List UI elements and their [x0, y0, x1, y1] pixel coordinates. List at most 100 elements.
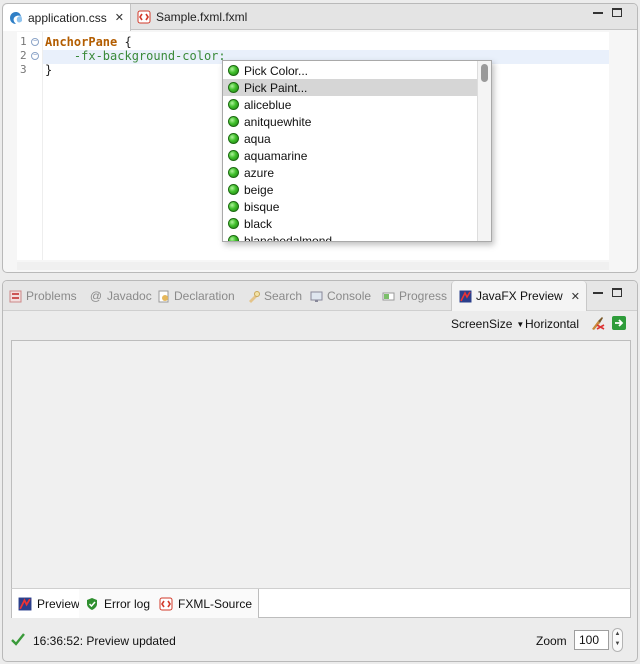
dropdown-label: ScreenSize	[451, 317, 513, 331]
close-tab-icon[interactable]: ✕	[115, 11, 124, 24]
line-number: 2	[20, 49, 27, 62]
fold-toggle-icon[interactable]: −	[31, 38, 39, 46]
completion-label: Pick Color...	[244, 63, 309, 78]
zoom-stepper[interactable]: ▲ ▼	[612, 628, 623, 652]
completion-label: black	[244, 216, 273, 231]
completion-label: Pick Paint...	[244, 80, 308, 95]
view-tab-bar: Problems @ Javadoc Declaration Search Co…	[3, 281, 637, 311]
tab-application-css[interactable]: application.css ✕	[3, 4, 131, 31]
completion-label: beige	[244, 182, 274, 197]
open-brace: {	[117, 35, 132, 49]
tab-label: Progress	[399, 289, 448, 303]
completion-label: aliceblue	[244, 97, 292, 112]
screen-size-dropdown[interactable]: ScreenSize ▼	[451, 317, 524, 331]
completion-label: azure	[244, 165, 275, 180]
completion-item[interactable]: aquamarine	[223, 147, 479, 164]
fxml-file-icon	[159, 597, 173, 610]
green-ball-icon	[228, 184, 239, 195]
tab-label: Sample.fxml.fxml	[156, 10, 248, 24]
status-bar: 16:36:52: Preview updated Zoom ▲▼	[3, 623, 637, 661]
css-selector: AnchorPane	[45, 35, 118, 49]
tab-progress[interactable]: Progress	[381, 281, 447, 311]
content-assist-popup: Pick Color... Pick Paint... aliceblue an…	[222, 60, 492, 242]
completion-item[interactable]: beige	[223, 181, 479, 198]
shield-icon	[87, 597, 97, 610]
tab-javafx-preview[interactable]: JavaFX Preview ✕	[451, 281, 587, 311]
css-property: -fx-background-color:	[45, 49, 226, 63]
css-file-icon	[10, 11, 22, 24]
subtab-label: Error log	[104, 596, 151, 611]
fold-toggle-icon[interactable]: −	[31, 52, 39, 60]
line-number: 1	[20, 35, 27, 48]
green-ball-icon	[228, 65, 239, 76]
line-number: 3	[20, 63, 27, 76]
tab-label: Problems	[26, 289, 77, 303]
editor-horizontal-scrollbar[interactable]	[17, 262, 609, 270]
subtab-preview[interactable]: Preview	[12, 589, 87, 618]
close-brace: }	[45, 63, 53, 77]
completion-item[interactable]: Pick Color...	[223, 62, 479, 79]
green-ball-icon	[228, 82, 239, 93]
green-ball-icon	[228, 201, 239, 212]
search-flashlight-icon	[246, 289, 260, 303]
brush-clear-icon[interactable]	[589, 315, 605, 331]
green-ball-icon	[228, 133, 239, 144]
green-ball-icon	[228, 235, 239, 241]
preview-toolbar: ScreenSize ▼ Horizontal	[3, 311, 637, 337]
green-ball-icon	[228, 116, 239, 127]
subtab-fxml-source[interactable]: FXML-Source	[153, 589, 260, 618]
maximize-icon[interactable]	[612, 288, 622, 297]
tab-label: JavaFX Preview	[476, 289, 563, 303]
minimize-icon[interactable]	[593, 292, 603, 294]
subtab-label: Preview	[37, 596, 80, 611]
tab-sample-fxml[interactable]: Sample.fxml.fxml	[131, 4, 261, 30]
status-message: 16:36:52: Preview updated	[33, 634, 176, 648]
completion-item[interactable]: aliceblue	[223, 96, 479, 113]
close-tab-icon[interactable]: ✕	[571, 290, 580, 303]
minimize-icon[interactable]	[593, 12, 603, 14]
tab-console[interactable]: Console	[309, 281, 371, 311]
completion-item-selected[interactable]: Pick Paint...	[223, 79, 479, 96]
tab-label: application.css	[28, 10, 107, 25]
refresh-export-icon[interactable]	[611, 315, 627, 331]
subtab-label: FXML-Source	[178, 596, 253, 611]
fxml-file-icon	[137, 10, 151, 24]
views-panel: Problems @ Javadoc Declaration Search Co…	[2, 280, 638, 662]
javafx-preview-icon	[458, 289, 472, 303]
completion-item[interactable]: bisque	[223, 198, 479, 215]
code-line-1: AnchorPane {	[45, 35, 132, 49]
tab-label: Search	[264, 289, 303, 303]
tab-label: Console	[327, 289, 372, 303]
green-ball-icon	[228, 99, 239, 110]
scroll-thumb[interactable]	[481, 64, 488, 82]
green-ball-icon	[228, 150, 239, 161]
subtab-error-log[interactable]: Error log	[79, 589, 158, 618]
zoom-input[interactable]	[574, 630, 609, 650]
code-line-2: -fx-background-color:	[45, 49, 226, 63]
green-ball-icon	[228, 218, 239, 229]
preview-subtab-bar: Preview Error log FXML-Source	[11, 588, 631, 618]
completion-item[interactable]: aqua	[223, 130, 479, 147]
maximize-icon[interactable]	[612, 8, 622, 17]
completion-item[interactable]: azure	[223, 164, 479, 181]
editor-tab-bar: application.css ✕ Sample.fxml.fxml	[3, 4, 637, 31]
tab-label: Declaration	[174, 289, 235, 303]
tab-problems[interactable]: Problems	[8, 281, 77, 311]
completion-label: bisque	[244, 199, 280, 214]
problems-icon	[8, 289, 22, 303]
completion-item[interactable]: blanchedalmond	[223, 232, 479, 241]
tab-javadoc[interactable]: @ Javadoc	[89, 281, 152, 311]
console-monitor-icon	[309, 289, 323, 303]
orientation-button[interactable]: Horizontal	[525, 317, 579, 331]
chevron-down-icon: ▼	[516, 319, 525, 329]
tab-declaration[interactable]: Declaration	[156, 281, 235, 311]
completion-item[interactable]: black	[223, 215, 479, 232]
progress-icon	[381, 289, 395, 303]
line-number-gutter: 1 − 2 − 3	[17, 32, 43, 260]
javadoc-at-icon: @	[89, 289, 103, 303]
completion-label: anitquewhite	[244, 114, 312, 129]
declaration-icon	[156, 289, 170, 303]
completion-item[interactable]: anitquewhite	[223, 113, 479, 130]
tab-search[interactable]: Search	[246, 281, 302, 311]
completion-scrollbar[interactable]	[477, 61, 491, 241]
